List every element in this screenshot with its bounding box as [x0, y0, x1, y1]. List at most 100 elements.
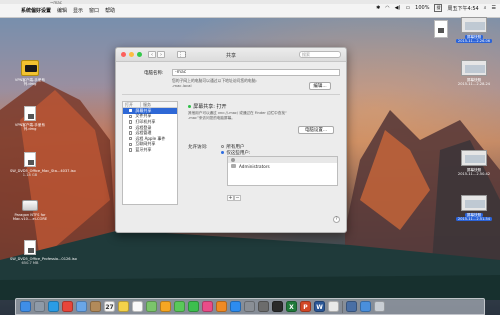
- user-avatar-icon: [231, 158, 235, 162]
- status-desc-part3: -mac”来访问您的电脑屏幕。: [188, 115, 235, 120]
- service-checkbox[interactable]: [129, 148, 133, 152]
- document-icon: [24, 240, 36, 255]
- preview-icon[interactable]: [328, 301, 339, 312]
- calendar-icon[interactable]: 27: [104, 301, 115, 312]
- facetime-icon[interactable]: [188, 301, 199, 312]
- screenshot-icon: [461, 150, 487, 166]
- desktop-icon-label: VPN客户端-手册系列.dmg: [14, 123, 46, 132]
- ibooks-icon[interactable]: [216, 301, 227, 312]
- menu-window[interactable]: 窗口: [89, 7, 99, 14]
- dock: 27 X P W: [15, 298, 485, 315]
- allow-access-label: 允许访问:: [188, 145, 208, 150]
- search-input[interactable]: 搜索: [299, 51, 341, 58]
- add-user-button[interactable]: +: [227, 195, 234, 201]
- input-method-icon[interactable]: 搜: [434, 4, 443, 12]
- menu-clock[interactable]: 周五下午4:54: [447, 5, 478, 12]
- edit-button[interactable]: 编辑...: [309, 82, 331, 90]
- document-icon: [434, 20, 448, 38]
- desktop-icon-size: 1.18 GB: [22, 173, 38, 178]
- service-checkbox[interactable]: [129, 131, 133, 135]
- wifi-icon[interactable]: ◠: [385, 5, 389, 11]
- computer-name-address: -mac.local: [172, 83, 192, 88]
- sharing-status-description: 其他用户可以通过 vnc://-mac/ 或通过在 Finder 边栏中查找“ …: [188, 111, 340, 120]
- notes-icon[interactable]: [118, 301, 129, 312]
- service-item-bluetooth-sharing[interactable]: 蓝牙共享: [123, 147, 177, 153]
- document-icon: [24, 106, 36, 121]
- powerpoint-icon[interactable]: P: [300, 301, 311, 312]
- downloads-icon[interactable]: [360, 301, 371, 312]
- disk-icon: [22, 200, 38, 211]
- desktop-icon-paragon-ntfs[interactable]: Paragon NTFS for Mac.v10....ei-CORE: [10, 200, 50, 221]
- screenshot-icon: [461, 17, 487, 33]
- services-list: 打开 服务 屏幕共享 文件共享 打印机共享 远程登录 远程管理 远程 Apple…: [122, 101, 178, 205]
- contacts-icon[interactable]: [90, 301, 101, 312]
- menu-system-preferences[interactable]: 系统偏好设置: [21, 7, 51, 14]
- sharing-status: 屏幕共享: 打开: [188, 103, 226, 110]
- notification-center-icon[interactable]: ☰: [492, 5, 496, 11]
- sharing-status-text: 屏幕共享: 打开: [193, 104, 227, 110]
- computer-settings-button[interactable]: 电脑设置...: [298, 126, 334, 134]
- desktop-icon-vpn-dmg-2[interactable]: VPN客户端-手册系列.dmg: [10, 106, 50, 131]
- battery-icon[interactable]: ▭: [405, 5, 410, 11]
- desktop-icon-sub: 2015-11...2.50.42: [457, 172, 491, 177]
- launchpad-icon[interactable]: [34, 301, 45, 312]
- mail-icon[interactable]: [76, 301, 87, 312]
- service-checkbox[interactable]: [129, 109, 133, 113]
- service-checkbox[interactable]: [129, 142, 133, 147]
- allowed-users-list: Administrators: [227, 156, 338, 186]
- app2-icon[interactable]: [346, 301, 357, 312]
- messages-icon[interactable]: [174, 301, 185, 312]
- desktop-icon-screenshot-1[interactable]: 屏幕快照 2015-11...2.26.06: [452, 17, 496, 44]
- menu-edit[interactable]: 编辑: [57, 7, 67, 14]
- menu-help[interactable]: 帮助: [105, 7, 115, 14]
- document-icon: [24, 152, 36, 167]
- desktop-icon-screenshot-thumb[interactable]: [426, 20, 456, 40]
- window-titlebar: ‹ › ⋮⋮ 共享 搜索: [116, 48, 346, 62]
- user-name: Administrators: [239, 163, 270, 169]
- service-checkbox[interactable]: [129, 120, 133, 124]
- service-label: 蓝牙共享: [135, 146, 152, 152]
- reminders-icon[interactable]: [132, 301, 143, 312]
- screen-caption-text: ~mac: [50, 0, 62, 5]
- word-icon[interactable]: W: [314, 301, 325, 312]
- column-header-on: 打开: [123, 102, 141, 107]
- desktop-icon-label: VPN客户端-手册系列.dmg: [14, 78, 46, 87]
- finder-icon[interactable]: [20, 301, 31, 312]
- remove-user-button[interactable]: −: [234, 195, 241, 201]
- desktop-icon-sub: 2015-11...2.26.06: [455, 39, 493, 44]
- maps-icon[interactable]: [146, 301, 157, 312]
- photos-icon[interactable]: [160, 301, 171, 312]
- screenshot-icon: [461, 195, 487, 211]
- status-desc-part2: -mac/ 或通过在 Finder 边栏中查找“: [227, 111, 287, 115]
- excel-icon[interactable]: X: [286, 301, 297, 312]
- system-preferences-icon[interactable]: [244, 301, 255, 312]
- dmg-icon: [21, 60, 39, 76]
- spotlight-icon[interactable]: ⌕: [484, 5, 487, 11]
- desktop-icon-vpn-dmg-1[interactable]: VPN客户端-手册系列.dmg: [10, 60, 50, 86]
- desktop-icon-screenshot-4[interactable]: 屏幕快照 2015-11...2.51.54: [452, 195, 496, 222]
- safari-icon[interactable]: [48, 301, 59, 312]
- trash-icon[interactable]: [374, 301, 385, 312]
- screenshot-icon: [461, 60, 487, 76]
- app-icon[interactable]: [258, 301, 269, 312]
- service-checkbox[interactable]: [129, 125, 133, 130]
- computer-name-field[interactable]: -mac: [172, 69, 340, 76]
- chrome-icon[interactable]: [62, 301, 73, 312]
- desktop-icon-office-mac-iso[interactable]: SW_DVD5_Office_Mac_Sta...4037.iso 1.18 G…: [10, 152, 76, 178]
- volume-icon[interactable]: ◀): [395, 5, 401, 11]
- service-checkbox[interactable]: [129, 137, 133, 141]
- desktop-icon-office-pro-iso[interactable]: SW_DVD5_Office_Professio...0126.iso 650.…: [10, 240, 77, 265]
- menu-view[interactable]: 显示: [73, 7, 83, 14]
- itunes-icon[interactable]: [202, 301, 213, 312]
- user-row[interactable]: Administrators: [228, 163, 337, 169]
- sharing-window: ‹ › ⋮⋮ 共享 搜索 电脑名称: -mac 您的子网上的电脑可以通过以下地址…: [115, 47, 347, 233]
- help-button[interactable]: ?: [333, 216, 340, 223]
- appstore-icon[interactable]: [230, 301, 241, 312]
- bluetooth-icon[interactable]: ✱: [376, 5, 380, 11]
- terminal-icon[interactable]: [272, 301, 283, 312]
- service-checkbox[interactable]: [129, 114, 133, 119]
- radio-selected-icon: [221, 150, 225, 155]
- desktop-icon-screenshot-2[interactable]: 屏幕快照 2015-11...2.28.24: [452, 60, 496, 86]
- desktop-icon-screenshot-3[interactable]: 屏幕快照 2015-11...2.50.42: [452, 150, 496, 176]
- radio-icon: [221, 144, 225, 149]
